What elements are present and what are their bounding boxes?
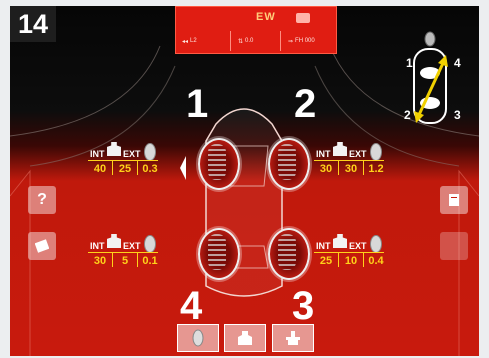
balancer-icon bbox=[286, 331, 300, 345]
help-button[interactable]: ? bbox=[28, 186, 56, 214]
status-bar: EW ◂◂ L2 ⇅ 0.0 ⇒ FH 000 bbox=[175, 6, 337, 54]
info-icon bbox=[35, 239, 49, 253]
help-label: ? bbox=[37, 191, 47, 208]
int-label: INT bbox=[316, 241, 331, 251]
mode-icon bbox=[296, 13, 310, 23]
divider bbox=[314, 252, 384, 253]
ext-value: 5 bbox=[121, 255, 129, 267]
int-label: INT bbox=[316, 149, 331, 159]
weight-icon bbox=[107, 142, 121, 156]
rear-right-tire[interactable] bbox=[268, 228, 310, 280]
ext-label: EXT bbox=[123, 149, 141, 159]
int-label: INT bbox=[90, 149, 105, 159]
mini-label-3: 3 bbox=[454, 108, 461, 122]
wheel-card-front-right: INT EXT 30 30 1.2 bbox=[308, 136, 388, 176]
left-readout: ◂◂ L2 bbox=[182, 38, 197, 45]
bottom-weight-button[interactable] bbox=[224, 324, 266, 352]
divider bbox=[88, 252, 158, 253]
mini-label-4: 4 bbox=[454, 56, 461, 70]
weight-icon bbox=[333, 234, 347, 248]
ext-label: EXT bbox=[349, 241, 367, 251]
wheel-card-rear-right: INT EXT 25 10 0.4 bbox=[308, 228, 388, 268]
front-right-tire[interactable] bbox=[268, 138, 310, 190]
middle-readout-value: 0.0 bbox=[245, 38, 254, 44]
int-value: 40 bbox=[93, 163, 107, 175]
mini-label-1: 1 bbox=[406, 56, 413, 70]
bottom-wheel-button[interactable] bbox=[177, 324, 219, 352]
rim-icon bbox=[370, 235, 382, 253]
rim-icon bbox=[144, 235, 156, 253]
residual-value: 0.1 bbox=[142, 255, 158, 267]
mini-car-diagram bbox=[413, 31, 448, 124]
left-tool-button[interactable] bbox=[28, 232, 56, 260]
int-value: 30 bbox=[319, 163, 333, 175]
weight-icon bbox=[238, 331, 252, 345]
wheel-card-rear-left: INT EXT 30 5 0.1 bbox=[82, 228, 162, 268]
rim-icon bbox=[370, 143, 382, 161]
divider bbox=[88, 160, 158, 161]
right-tool-button[interactable] bbox=[440, 186, 468, 214]
position-number-3: 3 bbox=[292, 284, 315, 328]
wheel-card-front-left: INT EXT 40 25 0.3 bbox=[82, 136, 162, 176]
wheel-icon bbox=[192, 329, 204, 347]
right-readout: ⇒ FH 000 bbox=[288, 38, 315, 45]
bottom-balancer-button[interactable] bbox=[272, 324, 314, 352]
ext-label: EXT bbox=[123, 241, 141, 251]
ext-value: 25 bbox=[118, 163, 132, 175]
front-left-tire[interactable] bbox=[198, 138, 240, 190]
divider bbox=[314, 160, 384, 161]
mode-indicator: EW bbox=[256, 11, 276, 23]
rear-left-tire[interactable] bbox=[198, 228, 240, 280]
int-value: 30 bbox=[93, 255, 107, 267]
step-number-badge: 14 bbox=[10, 6, 56, 42]
int-value: 25 bbox=[319, 255, 333, 267]
rim-icon bbox=[144, 143, 156, 161]
right-lower-button[interactable] bbox=[440, 232, 468, 260]
ext-value: 10 bbox=[344, 255, 358, 267]
divider bbox=[280, 31, 281, 51]
residual-value: 1.2 bbox=[368, 163, 384, 175]
file-icon bbox=[449, 194, 459, 206]
weight-icon bbox=[107, 234, 121, 248]
divider bbox=[230, 31, 231, 51]
middle-readout: ⇅ 0.0 bbox=[238, 38, 254, 45]
weight-icon bbox=[333, 142, 347, 156]
residual-value: 0.4 bbox=[368, 255, 384, 267]
position-number-4: 4 bbox=[180, 284, 203, 328]
balancer-screen: EW ◂◂ L2 ⇅ 0.0 ⇒ FH 000 1 2 4 3 INT EXT … bbox=[10, 6, 479, 356]
residual-value: 0.3 bbox=[142, 163, 158, 175]
right-readout-value: FH 000 bbox=[295, 38, 315, 44]
left-readout-value: L2 bbox=[190, 38, 197, 44]
mini-label-2: 2 bbox=[404, 108, 411, 122]
ext-label: EXT bbox=[349, 149, 367, 159]
position-number-2: 2 bbox=[294, 82, 317, 126]
position-number-1: 1 bbox=[186, 82, 209, 126]
int-label: INT bbox=[90, 241, 105, 251]
ext-value: 30 bbox=[344, 163, 358, 175]
